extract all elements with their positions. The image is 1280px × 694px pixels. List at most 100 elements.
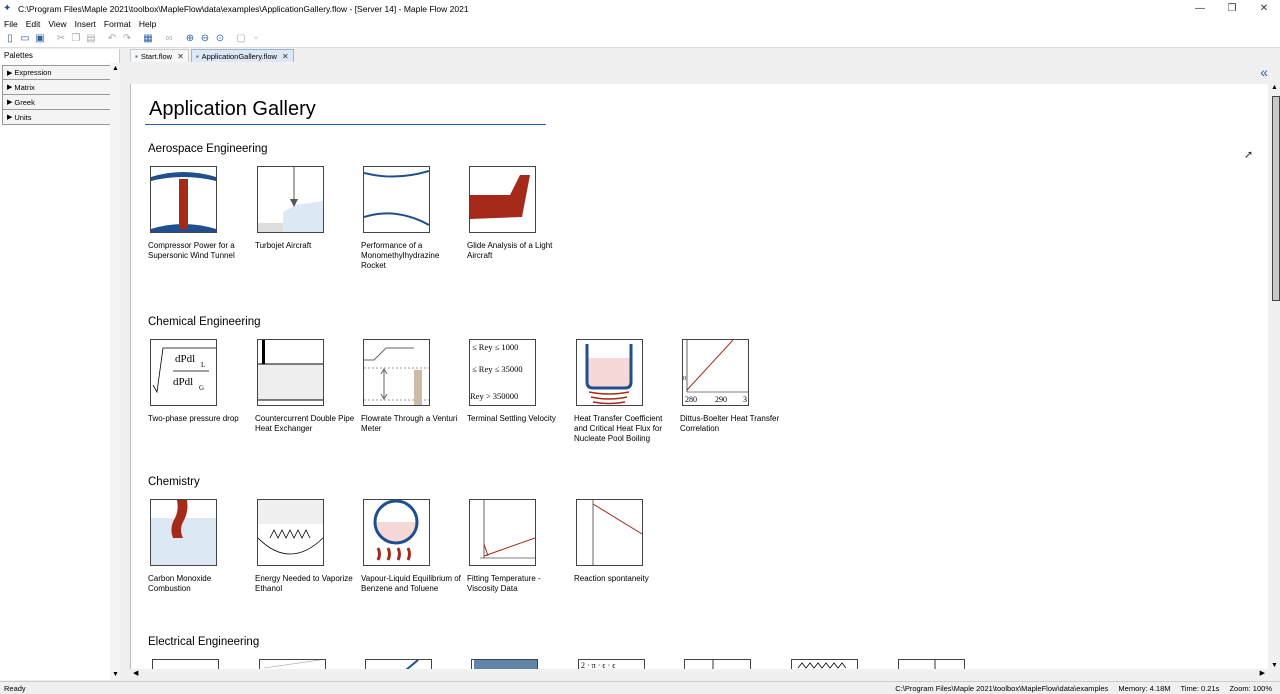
maple-logo-icon: ✦ <box>3 2 12 14</box>
thumbnail-electrical-6[interactable] <box>684 659 751 669</box>
tab-start-flow[interactable]: ▪ Start.flow ✕ <box>130 49 189 62</box>
open-folder-icon[interactable]: ▭ <box>19 33 31 45</box>
scroll-up-icon[interactable]: ▲ <box>112 65 119 72</box>
menu-view[interactable]: View <box>48 19 66 29</box>
dpdl-numerator: dPdl <box>175 353 195 365</box>
scroll-down-icon[interactable]: ▼ <box>112 671 119 678</box>
toolbar: ▯ ▭ ▣ ✂ ❐ ▤ ↶ ↷ ▦ ∞ ⊕ ⊖ ⊙ ▢ ▫ <box>0 30 1280 48</box>
scroll-left-icon[interactable]: ◀ <box>133 669 138 677</box>
palette-label: Units <box>14 112 32 122</box>
palette-greek[interactable]: ▶ Greek <box>2 95 111 110</box>
palette-units[interactable]: ▶ Units <box>2 110 111 125</box>
expand-triangle-icon: ▶ <box>7 69 13 77</box>
cut-icon[interactable]: ✂ <box>55 33 67 45</box>
item-caption: Carbon Monoxide Combustion <box>148 574 212 593</box>
thumbnail-settling: ≤ Rey ≤ 1000 ≤ Rey ≤ 35000 Rey > 350000 <box>469 339 536 406</box>
thumbnail-electrical-8[interactable] <box>898 659 965 669</box>
thumbnail-pool-boiling <box>576 339 643 406</box>
palettes-sidebar: ▶ Expression ▶ Matrix ▶ Greek ▶ Units ▲ ▼ <box>0 63 120 680</box>
zoom-fit-icon[interactable]: ⊙ <box>214 33 226 45</box>
gallery-item-pool-boiling[interactable]: Heat Transfer Coefficient and Critical H… <box>574 339 674 444</box>
menu-file[interactable]: File <box>4 19 18 29</box>
thumbnail-ethanol <box>257 499 324 566</box>
save-icon[interactable]: ▣ <box>34 33 46 45</box>
gallery-item-two-phase[interactable]: dPdl L dPdl G Two-phase pressure drop <box>148 339 248 424</box>
scroll-right-icon[interactable]: ▶ <box>1260 669 1265 677</box>
redo-icon[interactable]: ↷ <box>121 33 133 45</box>
group-icon[interactable]: ▫ <box>250 33 262 45</box>
gallery-item-settling[interactable]: ≤ Rey ≤ 1000 ≤ Rey ≤ 35000 Rey > 350000 … <box>467 339 567 424</box>
item-caption: Countercurrent Double Pipe Heat Exchange… <box>255 414 355 433</box>
gallery-item-glide[interactable]: Glide Analysis of a Light Aircraft <box>467 166 567 261</box>
palette-label: Matrix <box>14 82 35 92</box>
gallery-item-ethanol[interactable]: Energy Needed to Vaporize Ethanol <box>255 499 355 594</box>
dpdl-denominator: dPdl <box>173 376 193 388</box>
close-button[interactable]: ✕ <box>1248 0 1280 17</box>
thumbnail-spontaneity <box>576 499 643 566</box>
thumbnail-electrical-7[interactable] <box>791 659 858 669</box>
paste-icon[interactable]: ▤ <box>85 33 97 45</box>
zoom-in-icon[interactable]: ⊕ <box>184 33 196 45</box>
scroll-up-icon[interactable]: ▲ <box>1271 84 1278 91</box>
status-memory: Memory: 4.18M <box>1118 683 1171 693</box>
gallery-item-dittus-boelter[interactable]: 0 280 290 3 Dittus-Boelter Heat Transfer… <box>680 339 780 434</box>
copy-icon[interactable]: ❐ <box>70 33 82 45</box>
frame-icon[interactable]: ▢ <box>235 33 247 45</box>
gallery-item-viscosity[interactable]: Fitting Temperature -Viscosity Data <box>467 499 567 594</box>
section-title-aerospace: Aerospace Engineering <box>148 143 268 155</box>
thumbnail-electrical-2[interactable] <box>259 659 326 669</box>
scroll-thumb[interactable] <box>1272 96 1280 301</box>
undo-icon[interactable]: ↶ <box>106 33 118 45</box>
thumbnail-electrical-3[interactable] <box>365 659 432 669</box>
thumbnail-rocket <box>363 166 430 233</box>
grid-icon[interactable]: ▦ <box>142 33 154 45</box>
menu-help[interactable]: Help <box>139 19 156 29</box>
status-bar: Ready C:\Program Files\Maple 2021\toolbo… <box>0 681 1280 694</box>
gallery-item-rocket[interactable]: Performance of a Monomethylhydrazine Roc… <box>361 166 461 271</box>
document-horizontal-scrollbar[interactable]: ◀ ▶ <box>130 669 1268 680</box>
ruler-strip: « <box>130 62 1280 84</box>
palette-expression[interactable]: ▶ Expression <box>2 65 111 80</box>
window-title: C:\Program Files\Maple 2021\toolbox\Mapl… <box>18 3 469 14</box>
dpdl-numerator-sub: L <box>201 361 205 369</box>
mouse-cursor-icon: ➚ <box>1244 149 1254 161</box>
item-caption: Terminal Settling Velocity <box>467 414 556 423</box>
rey-range-2: ≤ Rey ≤ 35000 <box>472 364 523 374</box>
thumbnail-glide <box>469 166 536 233</box>
close-icon[interactable]: ✕ <box>282 52 289 61</box>
gallery-item-spontaneity[interactable]: Reaction spontaneity <box>574 499 674 584</box>
zoom-out-icon[interactable]: ⊖ <box>199 33 211 45</box>
thumbnail-electrical-4[interactable] <box>471 659 538 669</box>
menu-format[interactable]: Format <box>104 19 131 29</box>
thumbnail-heat-exchanger <box>257 339 324 406</box>
document-vertical-scrollbar[interactable]: ▲ ▼ <box>1268 84 1280 669</box>
collapse-panel-icon[interactable]: « <box>1260 64 1268 80</box>
gallery-item-venturi[interactable]: Flowrate Through a Venturi Meter <box>361 339 461 434</box>
gallery-item-turbojet[interactable]: Turbojet Aircraft <box>255 166 355 251</box>
link-icon[interactable]: ∞ <box>163 33 175 45</box>
new-file-icon[interactable]: ▯ <box>4 33 16 45</box>
document-canvas[interactable]: Application Gallery Aerospace Engineerin… <box>130 84 1268 669</box>
minimize-button[interactable]: — <box>1184 0 1216 17</box>
thumbnail-turbojet <box>257 166 324 233</box>
gallery-item-vle[interactable]: Vapour-Liquid Equilibrium of Benzene and… <box>361 499 461 594</box>
palette-matrix[interactable]: ▶ Matrix <box>2 80 111 95</box>
gallery-item-heat-exchanger[interactable]: Countercurrent Double Pipe Heat Exchange… <box>255 339 355 434</box>
maximize-button[interactable]: ❐ <box>1216 0 1248 17</box>
sidebar-scrollbar[interactable]: ▲ ▼ <box>110 63 120 680</box>
x-tick-290: 290 <box>715 395 727 404</box>
scroll-down-icon[interactable]: ▼ <box>1271 662 1278 669</box>
menu-edit[interactable]: Edit <box>26 19 41 29</box>
menu-insert[interactable]: Insert <box>75 19 96 29</box>
expand-triangle-icon: ▶ <box>7 114 13 121</box>
thumbnail-compressor <box>150 166 217 233</box>
thumbnail-electrical-5[interactable]: 2 · π · ϵ · ϵ <box>578 659 645 669</box>
thumbnail-electrical-1[interactable] <box>152 659 219 669</box>
tab-application-gallery[interactable]: ▪ ApplicationGallery.flow ✕ <box>190 49 294 62</box>
close-icon[interactable]: ✕ <box>177 52 184 61</box>
status-ready: Ready <box>4 683 26 693</box>
status-zoom: Zoom: 100% <box>1229 683 1272 693</box>
gallery-item-compressor[interactable]: Compressor Power for a Supersonic Wind T… <box>148 166 248 261</box>
item-caption: Energy Needed to Vaporize Ethanol <box>255 574 353 593</box>
gallery-item-co-combustion[interactable]: Carbon Monoxide Combustion <box>148 499 248 594</box>
